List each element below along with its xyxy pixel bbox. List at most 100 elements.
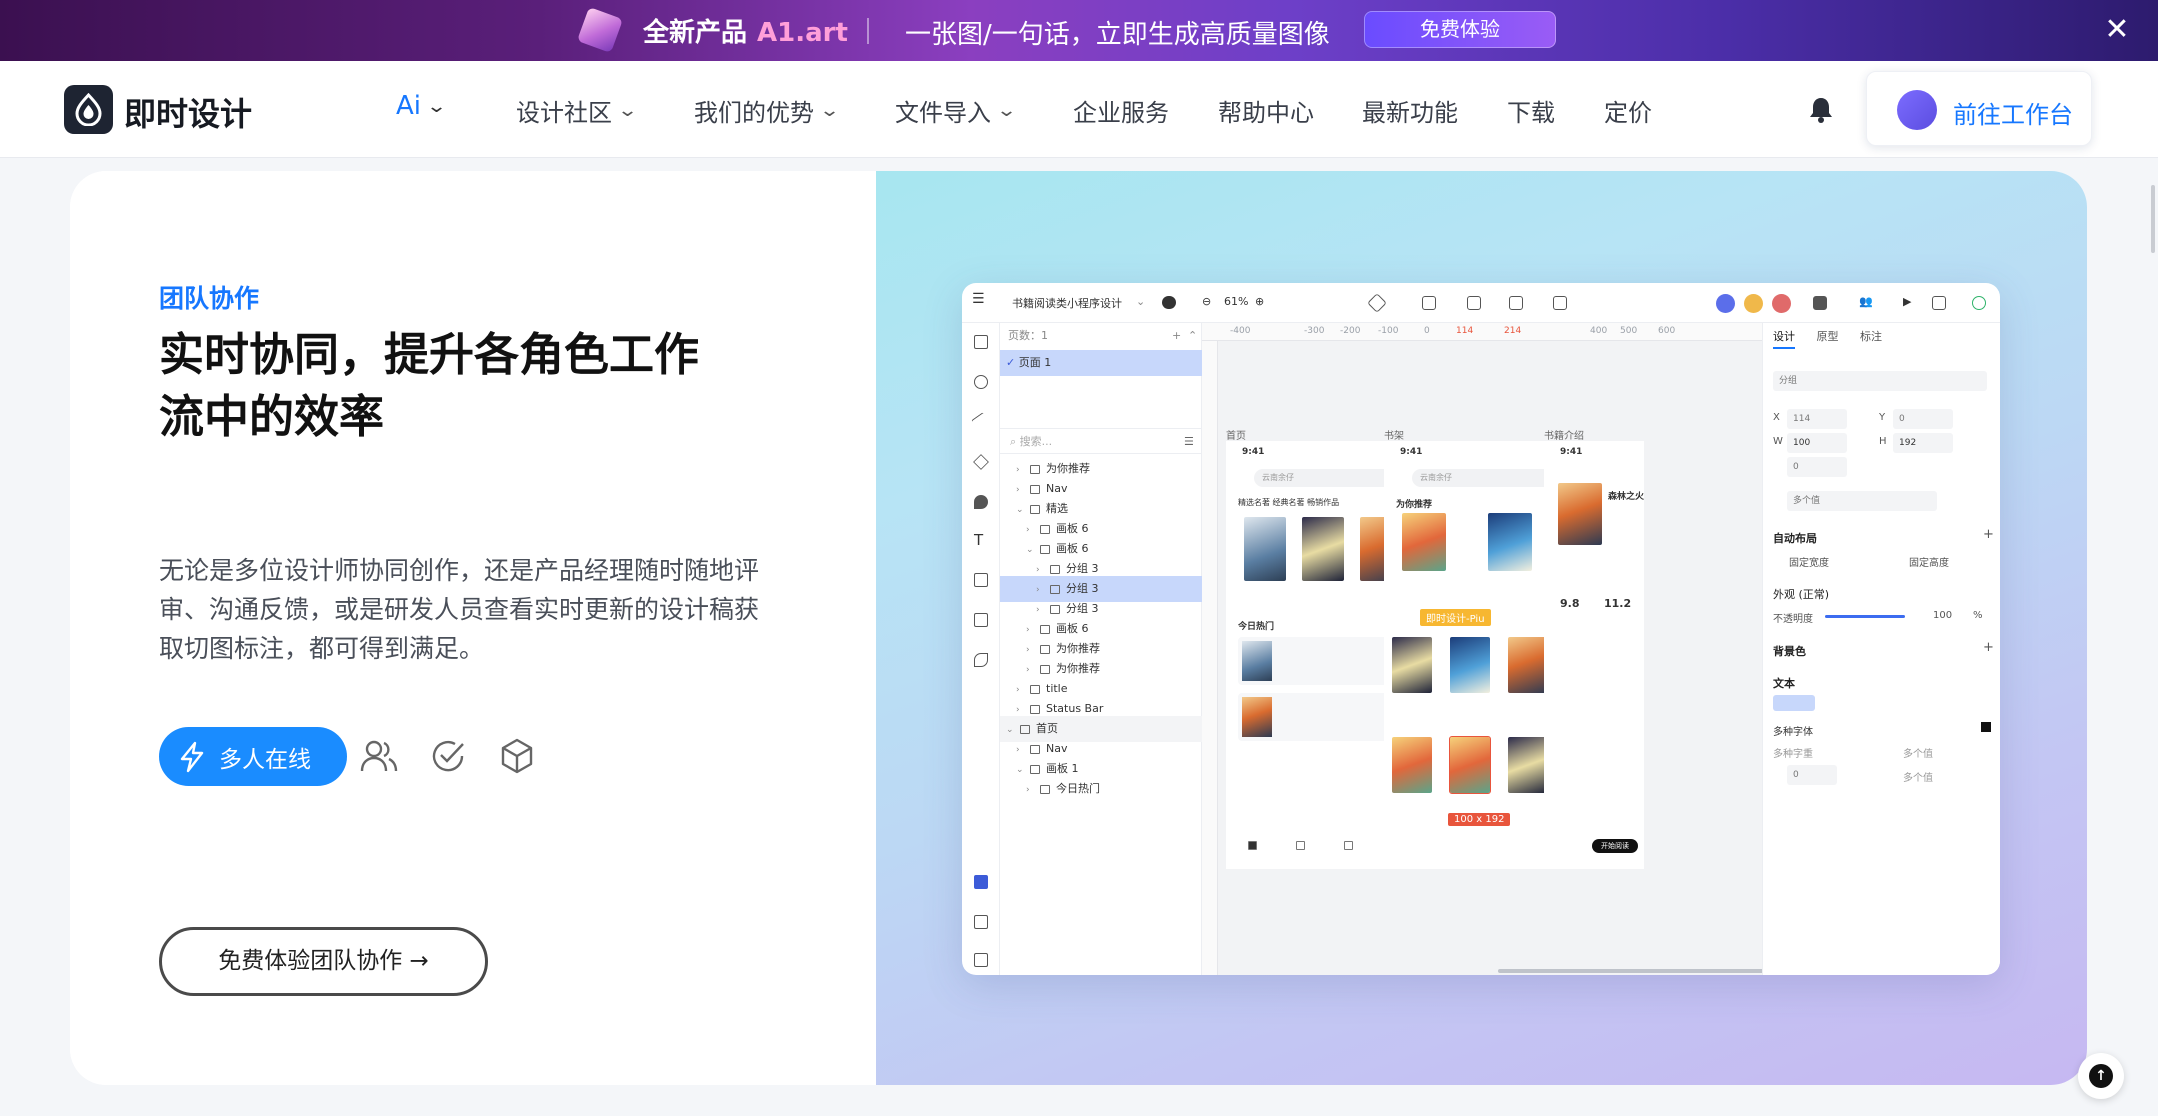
radius-field[interactable]: 多个值 [1787,491,1937,511]
nav-item-community[interactable]: 设计社区 ⌄ [516,93,639,128]
font-weight-select[interactable]: 多种字重 [1773,745,1813,760]
chevron-down-icon: ⌄ [616,100,639,121]
opacity-unit: % [1973,610,1983,621]
tools-rail: T [962,323,1000,975]
avatar [1772,294,1791,313]
chevron-down-icon: ⌄ [1136,295,1146,308]
lightning-icon [180,741,204,772]
layer-search-input[interactable]: ⌕ 搜索... ☰ [1000,428,1202,454]
workbench-button[interactable]: 前往工作台 [1866,71,2092,146]
book-cover [1402,513,1446,571]
font-select[interactable]: 多种字体 [1773,723,1813,738]
arrow-up-icon: ↑ [2089,1064,2113,1088]
layer-row[interactable]: › 今日热门 [1000,776,1202,802]
logo-icon[interactable] [64,85,113,134]
background-heading: 背景色 [1773,645,1806,658]
properties-panel: 设计 原型 标注 分组 X 114 Y 0 W 100 H 192 0 多个值 … [1762,323,2000,975]
opacity-value[interactable]: 100 [1933,610,1952,621]
promo-slogan: 一张图/一句话，立即生成高质量图像 [905,20,1330,50]
check-circle-icon[interactable] [429,737,467,779]
group-select[interactable]: 分组 [1773,371,1987,391]
y-field[interactable]: 0 [1893,409,1953,429]
text-color-swatch[interactable] [1981,722,1991,732]
h-field[interactable]: 192 [1893,433,1953,453]
tab-prototype[interactable]: 原型 [1817,330,1839,343]
add-page-icon[interactable]: + [1172,323,1181,349]
mask-icon [1553,296,1567,310]
letter-spacing-field[interactable]: 多个值 [1903,769,1933,784]
nav-item-whats-new[interactable]: 最新功能 [1362,93,1458,128]
tab-annotate[interactable]: 标注 [1860,330,1882,343]
rectangle-tool-icon [974,335,988,349]
book-cover [1558,483,1602,545]
align-left-button[interactable] [1773,695,1815,711]
font-size-select[interactable]: 多个值 [1903,745,1933,760]
promo-brand: A1.art [757,18,848,48]
nav-item-advantages[interactable]: 我们的优势 ⌄ [694,93,841,128]
text-heading: 文本 [1773,677,1795,690]
nav-item-enterprise[interactable]: 企业服务 [1073,93,1169,128]
fixed-height[interactable]: 固定高度 [1909,554,1949,569]
play-icon: ▶ [1903,295,1912,308]
avatar [1716,294,1735,313]
start-reading-button: 开始阅读 [1592,839,1638,853]
workbench-label: 前往工作台 [1953,101,2073,129]
promo-banner[interactable]: 全新产品 A1.art 一张图/一句话，立即生成高质量图像 免费体验 ✕ [0,0,2158,61]
nav-item-help[interactable]: 帮助中心 [1218,93,1314,128]
frame-label: 首页 [1226,431,1246,442]
collapse-icon[interactable]: ⌃ [1188,323,1197,349]
cube-icon[interactable] [499,737,535,779]
nav-item-import[interactable]: 文件导入 ⌄ [895,93,1018,128]
chevron-down-icon: ⌄ [425,95,448,117]
appearance-heading[interactable]: 外观 (正常) [1773,586,1829,602]
ruler-vertical [1202,341,1218,975]
canvas-scrollbar[interactable] [1498,969,1778,973]
promo-try-button[interactable]: 免费体验 [1364,11,1556,48]
assets-icon [974,915,988,929]
nav-item-ai[interactable]: Ai ⌄ [396,91,448,121]
multi-online-button[interactable]: 多人在线 [159,727,347,786]
book-cover [1302,517,1344,581]
section-description: 无论是多位设计师协同创作，还是产品经理随时随地评审、沟通反馈，或是研发人员查看实… [159,556,760,663]
back-to-top-button[interactable]: ↑ [2078,1053,2124,1099]
chevron-down-icon: ⌄ [995,100,1018,121]
x-field[interactable]: 114 [1787,409,1847,429]
line-height-field[interactable]: 0 [1787,765,1837,785]
w-field[interactable]: 100 [1787,433,1847,453]
try-team-collab-button[interactable]: 免费体验团队协作 → [159,927,488,996]
tab-design[interactable]: 设计 [1773,330,1795,349]
fixed-width[interactable]: 固定宽度 [1789,554,1829,569]
add-background-icon[interactable]: + [1983,640,1994,655]
zoom-out-icon: ⊖ [1202,295,1212,308]
top-nav: 即时设计 Ai ⌄ 设计社区 ⌄ 我们的优势 ⌄ 文件导入 ⌄ 企业服务 帮助中心 最新… [0,61,2158,158]
polygon-tool-icon [973,454,989,470]
frame-label: 书架 [1384,431,1404,442]
filter-icon[interactable]: ☰ [1184,429,1194,455]
add-auto-layout-icon[interactable]: + [1983,527,1994,542]
nav-item-download[interactable]: 下载 [1507,93,1555,128]
ellipse-tool-icon [974,375,988,389]
chevron-down-icon: ⌄ [818,100,841,121]
promo-divider [867,18,869,44]
phone-frame-book-detail[interactable]: 9:41 森林之火 9.8 11.2 开始阅读 [1544,441,1644,869]
avatar [1744,294,1763,313]
zoom-level: 61% [1224,295,1249,308]
editor-toolbar: ☰ 书籍阅读类小程序设计 ⌄ ⊖ 61% ⊕ 👥 ▶ [962,283,2000,323]
grid-icon [1296,841,1305,850]
users-icon[interactable] [359,737,399,779]
auto-layout-heading: 自动布局 [1773,532,1817,545]
close-icon[interactable]: ✕ [2101,14,2133,46]
avatar [1897,90,1937,130]
rotation-field[interactable]: 0 [1787,457,1847,477]
design-canvas[interactable]: -400 -300 -200 -100 0 114 214 400 500 60… [1202,323,1778,975]
page-row[interactable]: ✓ 页面 1 [1000,350,1202,376]
page-scrollbar[interactable] [2151,185,2155,253]
feature-text-panel: 团队协作 实时协同，提升各角色工作流中的效率 无论是多位设计师协同创作，还是产品… [70,171,876,1085]
logo-text[interactable]: 即时设计 [124,89,252,135]
layers-icon [974,875,988,889]
comment-icon [1162,296,1176,309]
bell-icon[interactable] [1808,96,1834,128]
nav-item-pricing[interactable]: 定价 [1604,93,1652,128]
opacity-slider[interactable] [1825,615,1905,618]
bookmark-icon [1344,841,1353,850]
